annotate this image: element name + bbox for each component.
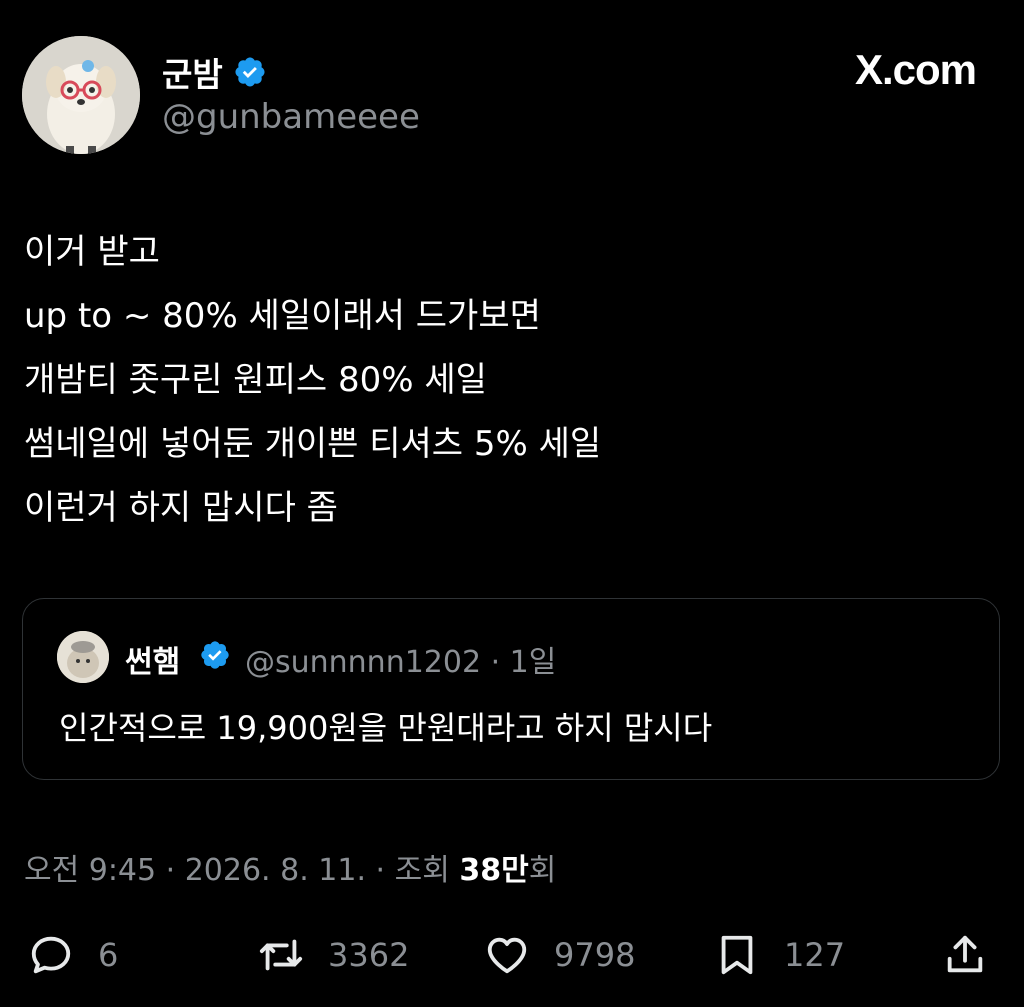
dog-avatar-icon xyxy=(22,36,140,154)
verified-badge-icon xyxy=(235,57,265,87)
tweet-line: 썸네일에 넣어둔 개이쁜 티셔츠 5% 세일 xyxy=(24,424,602,464)
quoted-author-name[interactable]: 썬햄 xyxy=(125,637,180,681)
timestamp-text: 오전 9:45 · 2026. 8. 11. · 조회 xyxy=(24,853,460,888)
bookmark-count: 127 xyxy=(784,936,846,974)
reply-button[interactable]: 6 xyxy=(28,920,118,990)
share-button[interactable] xyxy=(942,920,988,990)
retweet-icon xyxy=(259,939,303,971)
like-button[interactable]: 9798 xyxy=(484,920,635,990)
quoted-tweet-card[interactable]: 썬햄 @sunnnnn1202 · 1일 인간적으로 19,900원을 만원대라… xyxy=(22,598,1000,780)
tweet-line: 개밤티 좃구린 원피스 80% 세일 xyxy=(24,360,487,400)
tweet-line: 이런거 하지 맙시다 좀 xyxy=(24,488,338,528)
retweet-count: 3362 xyxy=(328,936,410,974)
author-avatar[interactable] xyxy=(22,36,140,154)
quoted-handle-time: @sunnnnn1202 · 1일 xyxy=(245,645,557,680)
retweet-button[interactable]: 3362 xyxy=(258,920,409,990)
quoted-tweet-text: 인간적으로 19,900원을 만원대라고 하지 맙시다 xyxy=(59,709,713,747)
author-handle[interactable]: @gunbameeee xyxy=(162,97,420,137)
x-com-logo: X.com xyxy=(854,46,977,93)
verified-badge-icon xyxy=(201,641,229,669)
tweet-metadata: 오전 9:45 · 2026. 8. 11. · 조회 38만회 xyxy=(24,845,556,889)
heart-icon xyxy=(487,937,527,974)
reply-count: 6 xyxy=(98,936,119,974)
view-suffix: 회 xyxy=(528,853,557,888)
author-name[interactable]: 군밤 xyxy=(162,48,267,96)
bookmark-icon xyxy=(721,935,753,975)
tweet-line: up to ~ 80% 세일이래서 드가보면 xyxy=(24,296,541,336)
tweet-body: 이거 받고 up to ~ 80% 세일이래서 드가보면 개밤티 좃구린 원피스… xyxy=(24,220,1004,540)
author-display-name: 군밤 xyxy=(162,55,223,94)
view-count: 38만 xyxy=(459,853,529,888)
quoted-author-avatar[interactable] xyxy=(57,631,109,683)
share-icon xyxy=(947,935,983,973)
action-bar: 6 3362 9798 127 xyxy=(0,920,1024,990)
hamster-avatar-icon xyxy=(57,631,109,683)
tweet-line: 이거 받고 xyxy=(24,232,160,272)
bookmark-button[interactable]: 127 xyxy=(714,920,845,990)
reply-icon xyxy=(31,936,71,974)
like-count: 9798 xyxy=(554,936,636,974)
